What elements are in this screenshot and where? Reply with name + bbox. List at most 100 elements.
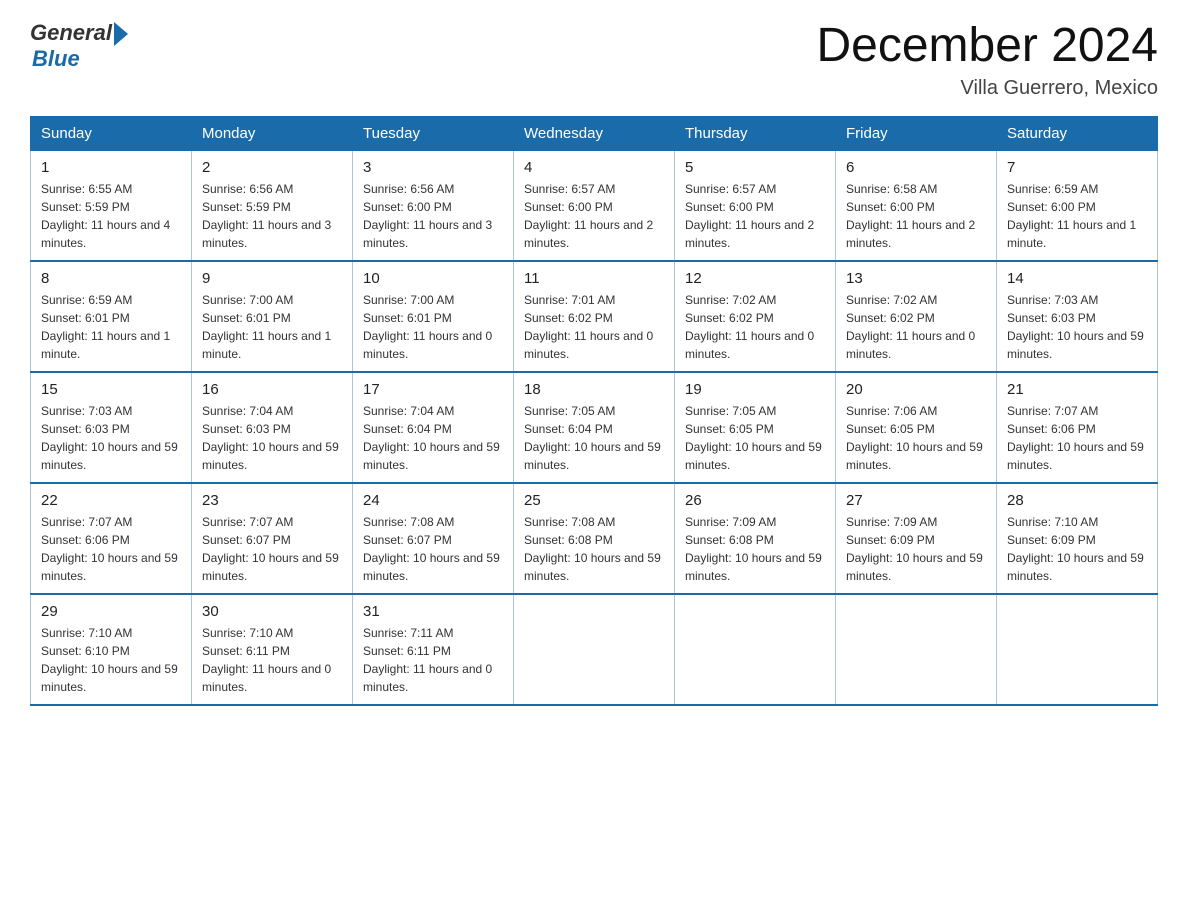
day-number: 30 [202,603,342,620]
calendar-cell: 7Sunrise: 6:59 AMSunset: 6:00 PMDaylight… [997,150,1158,261]
day-number: 8 [41,270,181,287]
day-number: 15 [41,381,181,398]
calendar-cell: 24 Sunrise: 7:08 AMSunset: 6:07 PMDayligh… [353,483,514,594]
day-info: Sunrise: 7:00 AMSunset: 6:01 PMDaylight:… [202,291,342,363]
day-number: 22 [41,492,181,509]
day-number: 26 [685,492,825,509]
calendar-cell: 8 Sunrise: 6:59 AMSunset: 6:01 PMDaylight… [31,261,192,372]
day-info: Sunrise: 6:59 AMSunset: 6:01 PMDaylight:… [41,291,181,363]
calendar-cell: 4 Sunrise: 6:57 AMSunset: 6:00 PMDaylight… [514,150,675,261]
week-row-1: 1 Sunrise: 6:55 AMSunset: 5:59 PMDaylight… [31,150,1158,261]
day-info: Sunrise: 7:02 AMSunset: 6:02 PMDaylight:… [685,291,825,363]
calendar-cell: 26 Sunrise: 7:09 AMSunset: 6:08 PMDayligh… [675,483,836,594]
day-number: 1 [41,159,181,176]
weekday-header-wednesday: Wednesday [514,116,675,150]
day-number: 9 [202,270,342,287]
day-number: 23 [202,492,342,509]
weekday-header-row: SundayMondayTuesdayWednesdayThursdayFrid… [31,116,1158,150]
calendar-cell: 19 Sunrise: 7:05 AMSunset: 6:05 PMDayligh… [675,372,836,483]
day-number: 6 [846,159,986,176]
month-title: December 2024 [816,20,1158,73]
calendar-cell: 25 Sunrise: 7:08 AMSunset: 6:08 PMDayligh… [514,483,675,594]
day-info: Sunrise: 7:10 AMSunset: 6:10 PMDaylight:… [41,624,181,696]
day-number: 2 [202,159,342,176]
day-number: 12 [685,270,825,287]
calendar-cell [997,594,1158,705]
logo-blue-text: Blue [32,46,80,72]
weekday-header-saturday: Saturday [997,116,1158,150]
day-number: 31 [363,603,503,620]
calendar-cell: 6Sunrise: 6:58 AMSunset: 6:00 PMDaylight… [836,150,997,261]
day-info: Sunrise: 7:11 AMSunset: 6:11 PMDaylight:… [363,624,503,696]
page-header: General Blue December 2024 Villa Guerrer… [30,20,1158,100]
calendar-cell: 21 Sunrise: 7:07 AMSunset: 6:06 PMDayligh… [997,372,1158,483]
calendar-cell: 18 Sunrise: 7:05 AMSunset: 6:04 PMDayligh… [514,372,675,483]
day-number: 29 [41,603,181,620]
calendar-cell: 27Sunrise: 7:09 AMSunset: 6:09 PMDayligh… [836,483,997,594]
day-info: Sunrise: 7:07 AMSunset: 6:07 PMDaylight:… [202,513,342,585]
day-number: 19 [685,381,825,398]
week-row-3: 15Sunrise: 7:03 AMSunset: 6:03 PMDayligh… [31,372,1158,483]
day-info: Sunrise: 6:57 AMSunset: 6:00 PMDaylight:… [524,180,664,252]
location-subtitle: Villa Guerrero, Mexico [816,77,1158,100]
day-info: Sunrise: 7:08 AMSunset: 6:07 PMDaylight:… [363,513,503,585]
day-number: 10 [363,270,503,287]
weekday-header-sunday: Sunday [31,116,192,150]
day-info: Sunrise: 7:07 AMSunset: 6:06 PMDaylight:… [1007,402,1147,474]
calendar-cell: 29 Sunrise: 7:10 AMSunset: 6:10 PMDayligh… [31,594,192,705]
calendar-cell: 16 Sunrise: 7:04 AMSunset: 6:03 PMDayligh… [192,372,353,483]
day-number: 27 [846,492,986,509]
calendar-cell: 20 Sunrise: 7:06 AMSunset: 6:05 PMDayligh… [836,372,997,483]
day-number: 24 [363,492,503,509]
calendar-cell: 1 Sunrise: 6:55 AMSunset: 5:59 PMDaylight… [31,150,192,261]
day-info: Sunrise: 6:55 AMSunset: 5:59 PMDaylight:… [41,180,181,252]
day-info: Sunrise: 6:56 AMSunset: 5:59 PMDaylight:… [202,180,342,252]
weekday-header-friday: Friday [836,116,997,150]
calendar-cell: 2 Sunrise: 6:56 AMSunset: 5:59 PMDaylight… [192,150,353,261]
day-number: 20 [846,381,986,398]
calendar-cell: 23 Sunrise: 7:07 AMSunset: 6:07 PMDayligh… [192,483,353,594]
calendar-cell [675,594,836,705]
day-number: 16 [202,381,342,398]
calendar-cell: 5 Sunrise: 6:57 AMSunset: 6:00 PMDaylight… [675,150,836,261]
day-number: 14 [1007,270,1147,287]
calendar-cell: 22 Sunrise: 7:07 AMSunset: 6:06 PMDayligh… [31,483,192,594]
day-info: Sunrise: 7:01 AMSunset: 6:02 PMDaylight:… [524,291,664,363]
day-number: 13 [846,270,986,287]
day-info: Sunrise: 7:03 AMSunset: 6:03 PMDaylight:… [1007,291,1147,363]
day-info: Sunrise: 7:07 AMSunset: 6:06 PMDaylight:… [41,513,181,585]
calendar-cell [514,594,675,705]
day-number: 25 [524,492,664,509]
day-info: Sunrise: 7:04 AMSunset: 6:04 PMDaylight:… [363,402,503,474]
day-number: 5 [685,159,825,176]
calendar-cell [836,594,997,705]
title-block: December 2024 Villa Guerrero, Mexico [816,20,1158,100]
weekday-header-tuesday: Tuesday [353,116,514,150]
week-row-4: 22 Sunrise: 7:07 AMSunset: 6:06 PMDayligh… [31,483,1158,594]
day-info: Sunrise: 7:10 AMSunset: 6:11 PMDaylight:… [202,624,342,696]
day-info: Sunrise: 7:10 AMSunset: 6:09 PMDaylight:… [1007,513,1147,585]
calendar-table: SundayMondayTuesdayWednesdayThursdayFrid… [30,116,1158,706]
day-info: Sunrise: 7:05 AMSunset: 6:04 PMDaylight:… [524,402,664,474]
calendar-cell: 9 Sunrise: 7:00 AMSunset: 6:01 PMDaylight… [192,261,353,372]
calendar-cell: 14 Sunrise: 7:03 AMSunset: 6:03 PMDayligh… [997,261,1158,372]
day-info: Sunrise: 7:08 AMSunset: 6:08 PMDaylight:… [524,513,664,585]
day-info: Sunrise: 6:59 AMSunset: 6:00 PMDaylight:… [1007,180,1147,252]
calendar-cell: 10Sunrise: 7:00 AMSunset: 6:01 PMDayligh… [353,261,514,372]
week-row-5: 29 Sunrise: 7:10 AMSunset: 6:10 PMDayligh… [31,594,1158,705]
day-info: Sunrise: 7:02 AMSunset: 6:02 PMDaylight:… [846,291,986,363]
day-number: 17 [363,381,503,398]
day-number: 18 [524,381,664,398]
day-info: Sunrise: 7:04 AMSunset: 6:03 PMDaylight:… [202,402,342,474]
day-info: Sunrise: 7:06 AMSunset: 6:05 PMDaylight:… [846,402,986,474]
calendar-cell: 3Sunrise: 6:56 AMSunset: 6:00 PMDaylight… [353,150,514,261]
week-row-2: 8 Sunrise: 6:59 AMSunset: 6:01 PMDaylight… [31,261,1158,372]
day-info: Sunrise: 7:05 AMSunset: 6:05 PMDaylight:… [685,402,825,474]
day-number: 4 [524,159,664,176]
day-info: Sunrise: 7:09 AMSunset: 6:08 PMDaylight:… [685,513,825,585]
day-number: 3 [363,159,503,176]
logo-general-text: General [30,20,112,46]
day-number: 21 [1007,381,1147,398]
day-info: Sunrise: 6:57 AMSunset: 6:00 PMDaylight:… [685,180,825,252]
calendar-cell: 12 Sunrise: 7:02 AMSunset: 6:02 PMDayligh… [675,261,836,372]
